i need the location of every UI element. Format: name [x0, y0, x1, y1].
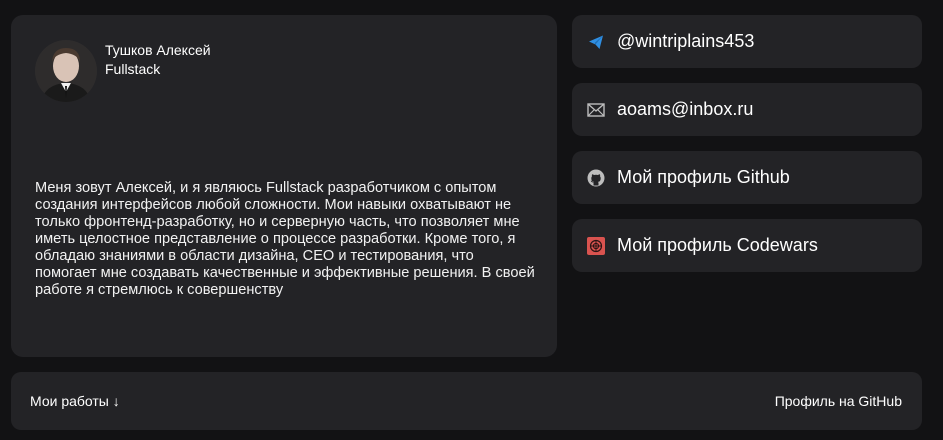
codewars-profile-label: Мой профиль Codewars [617, 235, 818, 255]
profile-card: Тушков Алексей Fullstack Меня зовут Алек… [11, 15, 557, 357]
profile-role: Fullstack [105, 61, 161, 77]
profile-name: Тушков Алексей [105, 42, 211, 58]
page: Тушков Алексей Fullstack Меня зовут Алек… [0, 0, 943, 440]
email-link[interactable]: aoams@inbox.ru [572, 83, 922, 136]
codewars-profile-link[interactable]: Мой профиль Codewars [572, 219, 922, 272]
github-footer-link[interactable]: Профиль на GitHub [775, 393, 902, 409]
profile-bio: Меня зовут Алексей, и я являюсь Fullstac… [35, 180, 535, 298]
github-profile-label: Мой профиль Github [617, 167, 790, 187]
mail-icon [586, 100, 606, 120]
avatar-image [35, 40, 97, 102]
avatar [35, 40, 97, 102]
telegram-link[interactable]: @wintriplains453 [572, 15, 922, 68]
github-icon [586, 168, 606, 188]
footer-bar: Мои работы ↓ Профиль на GitHub [11, 372, 922, 430]
email-label: aoams@inbox.ru [617, 99, 754, 119]
my-works-link[interactable]: Мои работы ↓ [30, 393, 120, 409]
github-profile-link[interactable]: Мой профиль Github [572, 151, 922, 204]
codewars-icon [586, 236, 606, 256]
telegram-label: @wintriplains453 [617, 31, 755, 51]
telegram-icon [586, 32, 606, 52]
